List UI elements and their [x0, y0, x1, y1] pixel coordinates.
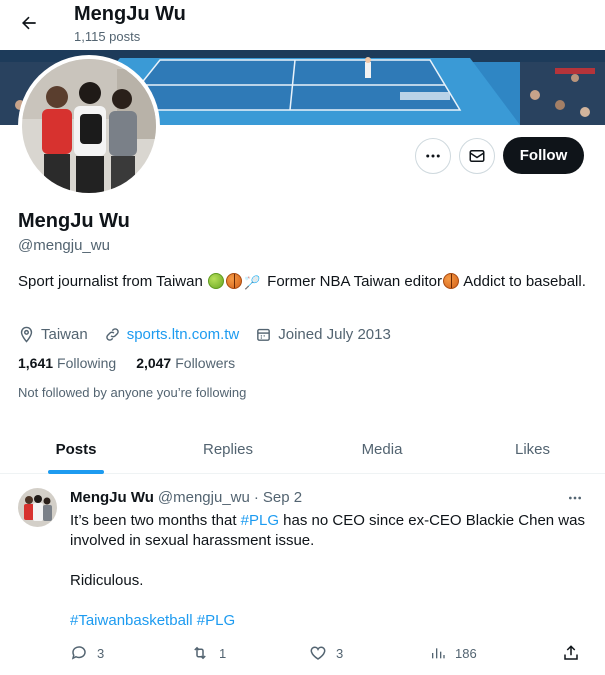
more-horizontal-icon	[426, 154, 440, 158]
tab-replies[interactable]: Replies	[152, 424, 304, 474]
tweet-more-button[interactable]	[562, 488, 588, 508]
follow-button[interactable]: Follow	[503, 137, 584, 174]
bio-text-1: Sport journalist from Taiwan	[18, 273, 207, 290]
basketball-icon	[442, 273, 459, 289]
tab-posts[interactable]: Posts	[0, 424, 152, 474]
display-name: MengJu Wu	[18, 210, 130, 232]
more-options-button[interactable]	[415, 138, 451, 174]
tweet-separator: ·	[253, 489, 259, 506]
bio-text-3: Addict to baseball.	[459, 273, 586, 290]
follow-stats: 1,641 Following 2,047 Followers	[18, 355, 255, 371]
calendar-icon	[257, 328, 271, 341]
share-button[interactable]	[562, 643, 589, 663]
tweet-actions: 3 1 3 186	[0, 643, 605, 663]
back-button[interactable]	[14, 8, 44, 38]
tab-likes[interactable]: Likes	[460, 424, 605, 474]
following-link[interactable]: 1,641 Following	[18, 355, 116, 371]
tweet-header: MengJu Wu @mengju_wu · Sep 2	[70, 489, 302, 506]
views-button[interactable]: 186	[430, 643, 477, 663]
followers-link[interactable]: 2,047 Followers	[136, 355, 235, 371]
website[interactable]: sports.ltn.com.tw	[104, 326, 240, 343]
repost-icon	[194, 646, 206, 660]
tweet-text: It’s been two months that #PLG has no CE…	[70, 511, 590, 631]
repost-count: 1	[219, 645, 227, 661]
reply-button[interactable]: 3	[70, 643, 104, 663]
hashtag-link[interactable]: #PLG	[197, 612, 235, 629]
more-horizontal-icon	[569, 496, 581, 500]
tab-media[interactable]: Media	[304, 424, 460, 474]
location: Taiwan	[18, 326, 88, 343]
followers-count: 2,047	[136, 355, 172, 371]
views-chart-icon	[432, 648, 445, 659]
link-icon	[105, 327, 119, 341]
basketball-icon	[225, 273, 242, 289]
hashtag-link[interactable]: #PLG	[241, 512, 279, 529]
reply-count: 3	[97, 645, 105, 661]
tweet[interactable]: MengJu Wu @mengju_wu · Sep 2 It’s been t…	[0, 475, 605, 675]
location-pin-icon	[20, 326, 33, 343]
bio-text-2: Former NBA Taiwan editor	[262, 273, 442, 290]
tweet-text-3: Ridiculous.	[70, 572, 144, 589]
followers-label: Followers	[175, 355, 236, 371]
profile-tabs: Posts Replies Media Likes	[0, 424, 605, 474]
profile-bio: Sport journalist from Taiwan 🏸 Former NB…	[18, 272, 588, 292]
tweet-text-1: It’s been two months that	[70, 512, 241, 529]
tennis-ball-icon	[207, 273, 224, 289]
website-link[interactable]: sports.ltn.com.tw	[127, 326, 240, 343]
tweet-author-name[interactable]: MengJu Wu	[70, 489, 154, 506]
views-count: 186	[455, 645, 477, 661]
like-count: 3	[336, 645, 344, 661]
tweet-avatar[interactable]	[18, 488, 57, 527]
profile-meta: Taiwan sports.ltn.com.tw Joined July 201…	[18, 323, 407, 345]
top-bar: MengJu Wu 1,115 posts	[0, 0, 605, 50]
repost-button[interactable]: 1	[190, 643, 226, 663]
badminton-icon: 🏸	[243, 275, 261, 290]
hashtag-link[interactable]: #Taiwanbasketball	[70, 612, 193, 629]
profile-avatar[interactable]	[18, 55, 160, 197]
arrow-left-icon	[22, 16, 36, 30]
join-date: Joined July 2013	[255, 326, 391, 343]
not-followed-notice: Not followed by anyone you’re following	[18, 385, 247, 400]
reply-icon	[71, 646, 86, 660]
user-handle: @mengju_wu	[18, 237, 110, 254]
envelope-icon	[469, 150, 485, 162]
message-button[interactable]	[459, 138, 495, 174]
header-name: MengJu Wu	[74, 3, 186, 25]
like-button[interactable]: 3	[309, 643, 343, 663]
following-label: Following	[57, 355, 117, 371]
tweet-author-handle[interactable]: @mengju_wu	[158, 489, 250, 506]
location-text: Taiwan	[41, 325, 88, 343]
active-tab-indicator	[48, 470, 104, 474]
heart-icon	[310, 646, 326, 660]
tweet-date[interactable]: Sep 2	[263, 489, 302, 506]
following-count: 1,641	[18, 355, 54, 371]
post-count: 1,115 posts	[74, 29, 141, 44]
share-icon	[564, 645, 578, 660]
joined-text: Joined July 2013	[278, 325, 391, 343]
